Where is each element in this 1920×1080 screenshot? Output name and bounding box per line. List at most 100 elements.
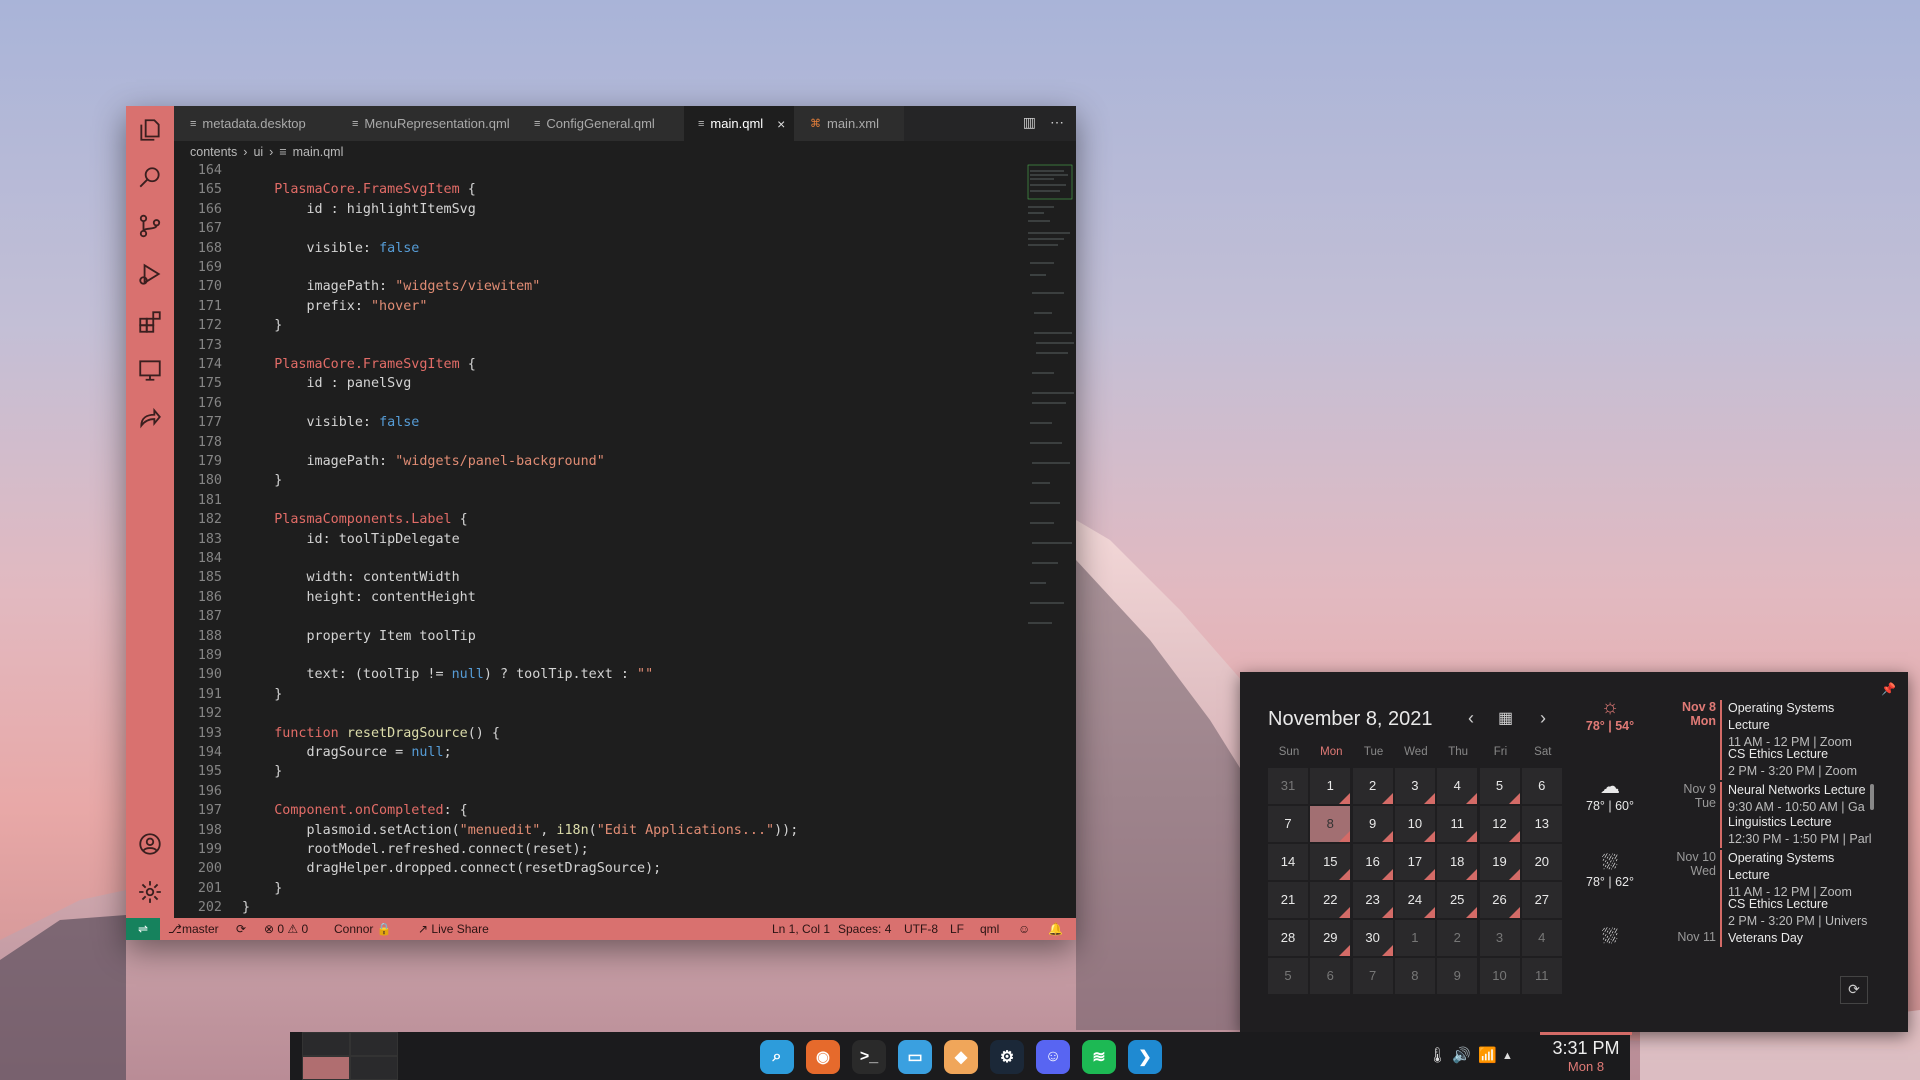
live-share-icon[interactable] xyxy=(136,404,164,432)
cursor-position[interactable]: Ln 1, Col 1 xyxy=(772,918,830,940)
code-line[interactable]: 189 xyxy=(174,646,1024,665)
firefox-icon[interactable]: ◉ xyxy=(806,1040,840,1074)
desktop-1[interactable] xyxy=(302,1032,350,1056)
calendar-day[interactable]: 29 xyxy=(1310,920,1351,956)
code-line[interactable]: 197 Component.onCompleted: { xyxy=(174,801,1024,820)
breadcrumb-item-main-qml[interactable]: main.qml xyxy=(293,145,344,159)
code-line[interactable]: 187 xyxy=(174,607,1024,626)
search-icon[interactable]: ⌕ xyxy=(760,1040,794,1074)
next-month-icon[interactable]: › xyxy=(1540,708,1546,729)
calendar-day[interactable]: 28 xyxy=(1268,920,1308,956)
code-line[interactable]: 199 rootModel.refreshed.connect(reset); xyxy=(174,840,1024,859)
account-icon[interactable] xyxy=(136,830,164,858)
code-line[interactable]: 169 xyxy=(174,258,1024,277)
calendar-day[interactable]: 9 xyxy=(1437,958,1478,994)
code-line[interactable]: 173 xyxy=(174,336,1024,355)
calendar-day[interactable]: 17 xyxy=(1394,844,1435,880)
code-line[interactable]: 172 } xyxy=(174,316,1024,335)
code-line[interactable]: 185 width: contentWidth xyxy=(174,568,1024,587)
code-line[interactable]: 177 visible: false xyxy=(174,413,1024,432)
calendar-day[interactable]: 13 xyxy=(1521,806,1562,842)
calendar-day[interactable]: 25 xyxy=(1437,882,1478,918)
wifi-icon[interactable]: 📶 xyxy=(1478,1046,1497,1064)
calendar-day[interactable]: 10 xyxy=(1394,806,1435,842)
agenda-event[interactable]: Neural Networks Lecture 9:30 AM - 10:50 A… xyxy=(1720,782,1878,816)
code-line[interactable]: 179 imagePath: "widgets/panel-background… xyxy=(174,452,1024,471)
tab-main-qml[interactable]: ≡ main.qml × xyxy=(684,106,806,141)
code-line[interactable]: 175 id : panelSvg xyxy=(174,374,1024,393)
calendar-today-icon[interactable]: ▦ xyxy=(1498,708,1513,728)
more-actions-icon[interactable]: ⋯ xyxy=(1050,114,1064,131)
calendar-day[interactable]: 11 xyxy=(1521,958,1562,994)
agenda-event[interactable]: Operating Systems Lecture 11 AM - 12 PM |… xyxy=(1720,850,1878,901)
digital-clock[interactable]: 3:31 PM Mon 8 xyxy=(1540,1038,1632,1074)
agenda-event[interactable]: CS Ethics Lecture 2 PM - 3:20 PM | Zoom xyxy=(1720,746,1878,780)
language-mode[interactable]: qml xyxy=(980,918,999,940)
encoding-status[interactable]: UTF-8 xyxy=(904,918,938,940)
code-line[interactable]: 178 xyxy=(174,433,1024,452)
search-icon[interactable] xyxy=(136,164,164,192)
calendar-day[interactable]: 3 xyxy=(1479,920,1520,956)
code-line[interactable]: 182 PlasmaComponents.Label { xyxy=(174,510,1024,529)
calendar-day[interactable]: 6 xyxy=(1521,768,1562,804)
code-line[interactable]: 192 xyxy=(174,704,1024,723)
calendar-day[interactable]: 2 xyxy=(1437,920,1478,956)
agenda-event[interactable]: Operating Systems Lecture 11 AM - 12 PM |… xyxy=(1720,700,1878,751)
notifications-bell-icon[interactable]: 🔔 xyxy=(1048,918,1063,940)
terminal-icon[interactable]: >_ xyxy=(852,1040,886,1074)
pin-icon[interactable]: 📌 xyxy=(1881,682,1896,696)
code-line[interactable]: 167 xyxy=(174,219,1024,238)
code-line[interactable]: 180 } xyxy=(174,471,1024,490)
spotify-icon[interactable]: ≋ xyxy=(1082,1040,1116,1074)
code-line[interactable]: 190 text: (toolTip != null) ? toolTip.te… xyxy=(174,665,1024,684)
code-line[interactable]: 183 id: toolTipDelegate xyxy=(174,530,1024,549)
code-line[interactable]: 170 imagePath: "widgets/viewitem" xyxy=(174,277,1024,296)
game-icon[interactable]: ◆ xyxy=(944,1040,978,1074)
desktop-4[interactable] xyxy=(350,1056,398,1080)
close-tab-icon[interactable]: × xyxy=(777,116,785,132)
tab-main-xml[interactable]: ⌘ main.xml xyxy=(794,106,904,141)
eol-status[interactable]: LF xyxy=(950,918,964,940)
code-line[interactable]: 174 PlasmaCore.FrameSvgItem { xyxy=(174,355,1024,374)
feedback-icon[interactable]: ☺ xyxy=(1018,918,1030,940)
calendar-day[interactable]: 30 xyxy=(1352,920,1393,956)
extensions-icon[interactable] xyxy=(136,308,164,336)
calendar-day[interactable]: 8 xyxy=(1394,958,1435,994)
source-control-icon[interactable] xyxy=(136,212,164,240)
code-line[interactable]: 193 function resetDragSource() { xyxy=(174,724,1024,743)
settings-gear-icon[interactable] xyxy=(136,878,164,906)
calendar-day[interactable]: 14 xyxy=(1268,844,1308,880)
calendar-day[interactable]: 21 xyxy=(1268,882,1308,918)
calendar-day[interactable]: 11 xyxy=(1437,806,1478,842)
code-editor[interactable]: 164 165 PlasmaCore.FrameSvgItem {166 id :… xyxy=(174,163,1024,918)
refresh-icon[interactable]: ⟳ xyxy=(1840,976,1868,1004)
calendar-day[interactable]: 7 xyxy=(1268,806,1308,842)
indentation-status[interactable]: Spaces: 4 xyxy=(838,918,891,940)
calendar-day[interactable]: 22 xyxy=(1310,882,1351,918)
desktop-2[interactable] xyxy=(302,1056,350,1080)
volume-icon[interactable]: 🔊 xyxy=(1452,1046,1471,1064)
code-line[interactable]: 168 visible: false xyxy=(174,239,1024,258)
files-icon[interactable]: ▭ xyxy=(898,1040,932,1074)
breadcrumb-item-contents[interactable]: contents xyxy=(190,145,237,159)
code-line[interactable]: 196 xyxy=(174,782,1024,801)
calendar-day[interactable]: 9 xyxy=(1352,806,1393,842)
branch-status[interactable]: master xyxy=(182,918,219,940)
run-debug-icon[interactable] xyxy=(136,260,164,288)
calendar-day[interactable]: 27 xyxy=(1521,882,1562,918)
code-line[interactable]: 194 dragSource = null; xyxy=(174,743,1024,762)
calendar-day[interactable]: 19 xyxy=(1479,844,1520,880)
tab-configgeneral-qml[interactable]: ≡ ConfigGeneral.qml xyxy=(518,106,684,141)
calendar-day[interactable]: 16 xyxy=(1352,844,1393,880)
temperature-icon[interactable]: 🌡 xyxy=(1428,1046,1447,1064)
virtual-desktop-pager[interactable] xyxy=(290,1032,398,1080)
calendar-day[interactable]: 18 xyxy=(1437,844,1478,880)
split-editor-icon[interactable]: ▥ xyxy=(1023,114,1036,131)
remote-explorer-icon[interactable] xyxy=(136,356,164,384)
breadcrumb-item-ui[interactable]: ui xyxy=(253,145,263,159)
code-line[interactable]: 200 dragHelper.dropped.connect(resetDrag… xyxy=(174,859,1024,878)
calendar-day[interactable]: 4 xyxy=(1521,920,1562,956)
code-line[interactable]: 184 xyxy=(174,549,1024,568)
previous-month-icon[interactable]: ‹ xyxy=(1468,708,1474,729)
calendar-day[interactable]: 5 xyxy=(1479,768,1520,804)
